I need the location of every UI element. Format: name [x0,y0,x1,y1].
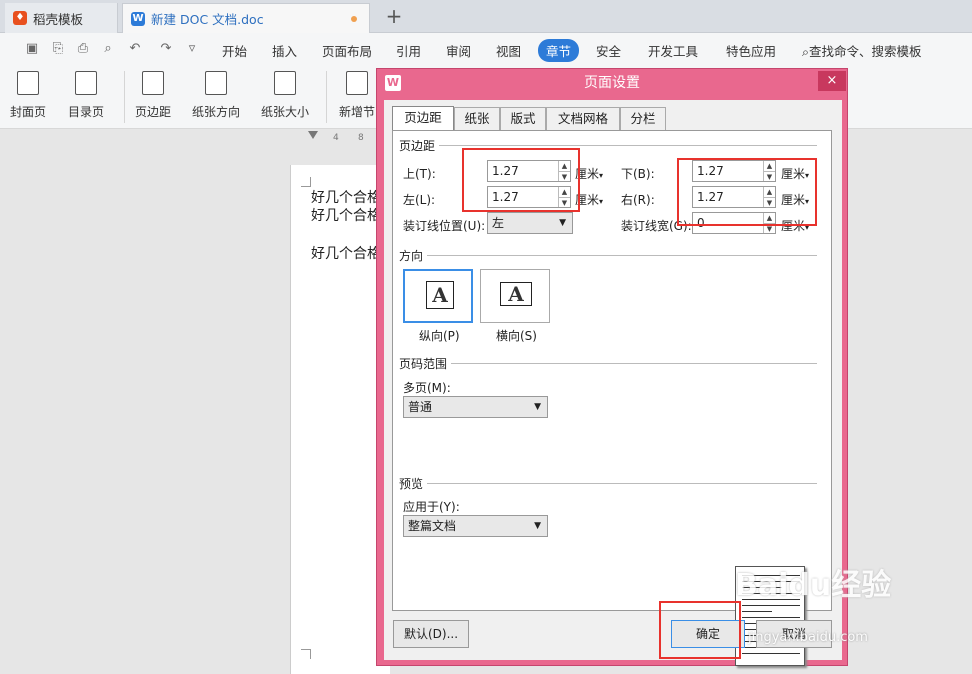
cover-page-button[interactable]: 封面页 [10,71,46,120]
tab-margins[interactable]: 页边距 [392,106,454,132]
divider [427,483,817,484]
landscape-option[interactable]: A [480,269,550,323]
search-icon: ⌕ [802,44,810,59]
preview-line [742,605,800,606]
preview-line [742,617,800,618]
tab-label: 新建 DOC 文档.doc [151,12,264,27]
menu-security[interactable]: 安全 [596,41,621,60]
section-page-range: 页码范围 [399,357,448,371]
margins-icon [142,71,164,95]
menu-insert[interactable]: 插入 [272,41,297,60]
page-corner-mark [301,649,311,659]
tab-columns[interactable]: 分栏 [620,107,666,131]
portrait-option[interactable]: A [403,269,473,323]
multi-page-label: 多页(M): [403,381,451,395]
customize-icon[interactable]: ▿ [184,41,200,57]
menu-developer[interactable]: 开发工具 [648,41,698,60]
orientation-icon [205,71,227,95]
unsaved-dot-icon [351,16,357,22]
save-icon[interactable]: ▣ [24,41,40,57]
doc-line: 好几个合格 [311,246,381,262]
apply-to-label: 应用于(Y): [403,500,460,514]
highlight-box-top-left-margins [462,148,580,212]
preview-line [742,611,772,612]
ribbon-divider [326,71,327,123]
dropdown-arrow-icon: ▼ [559,218,566,228]
menu-references[interactable]: 引用 [396,41,421,60]
divider [451,363,817,364]
left-margin-label: 左(L): [403,193,436,207]
toc-page-button[interactable]: 目录页 [68,71,104,120]
toc-page-icon [75,71,97,95]
orientation-button[interactable]: 纸张方向 [192,71,240,120]
tab-daoke-template[interactable]: ♦ 稻壳模板 [5,3,118,33]
default-button[interactable]: 默认(D)... [393,620,469,648]
paper-size-button[interactable]: 纸张大小 [261,71,309,120]
close-button[interactable]: × [818,71,846,91]
doc-line: 好几个合格 [311,190,381,206]
print-icon[interactable]: ⎙ [75,41,91,57]
gutter-position-select[interactable]: 左 ▼ [487,212,573,234]
cover-page-icon [17,71,39,95]
menu-chapter[interactable]: 章节 [538,39,580,62]
section-margins: 页边距 [399,139,436,153]
landscape-page-icon: A [500,282,532,306]
menu-bar: ▣ ⎘ ⎙ ⌕ ↶ ↷ ▿ 开始 插入 页面布局 引用 审阅 视图 章节 安全 … [0,33,972,65]
print-preview-icon[interactable]: ⌕ [100,41,116,57]
new-section-icon [346,71,368,95]
landscape-label: 横向(S) [496,329,537,343]
menu-features[interactable]: 特色应用 [726,41,776,60]
page-corner-mark [301,177,311,187]
portrait-page-icon: A [426,281,454,309]
tab-document[interactable]: W 新建 DOC 文档.doc [122,3,370,33]
document-page[interactable]: 好几个合格 好几个合格 好几个合格 [290,165,390,674]
margins-button[interactable]: 页边距 [135,71,171,120]
tab-label: 稻壳模板 [33,11,84,27]
wps-writer-icon: W [131,11,145,26]
dropdown-arrow-icon: ▼ [534,402,541,412]
doc-line: 好几个合格 [311,208,381,224]
dropdown-arrow-icon: ▾ [599,171,604,180]
highlight-box-bottom-right-margins [677,158,817,226]
new-section-button[interactable]: 新增节 [339,71,375,120]
tab-paper[interactable]: 纸张 [454,107,500,131]
bottom-margin-label: 下(B): [621,167,655,181]
section-preview: 预览 [399,477,424,491]
export-icon[interactable]: ⎘ [50,41,66,57]
menu-home[interactable]: 开始 [222,41,247,60]
tab-bar: ♦ 稻壳模板 W 新建 DOC 文档.doc + [0,0,972,33]
top-margin-label: 上(T): [403,167,436,181]
multi-page-select[interactable]: 普通 ▼ [403,396,548,418]
tab-doc-grid[interactable]: 文档网格 [546,107,620,131]
ribbon-divider [124,71,125,123]
ruler: 4 8 [300,131,380,149]
menu-view[interactable]: 视图 [496,41,521,60]
baidu-watermark: Baidu经验 [735,568,892,603]
undo-icon[interactable]: ↶ [127,41,143,57]
search-command[interactable]: ⌕查找命令、搜索模板 [802,41,922,60]
menu-review[interactable]: 审阅 [446,41,471,60]
new-tab-button[interactable]: + [384,4,404,28]
dialog-title: 页面设置 [584,75,640,91]
preview-line [742,653,800,654]
highlight-box-ok [659,601,741,659]
divider [439,145,817,146]
menu-page-layout[interactable]: 页面布局 [322,41,372,60]
divider [427,255,817,256]
tab-layout[interactable]: 版式 [500,107,546,131]
redo-icon[interactable]: ↷ [158,41,174,57]
section-orientation: 方向 [399,249,424,263]
dropdown-arrow-icon: ▾ [599,197,604,206]
gutter-position-label: 装订线位置(U): [403,219,486,233]
daoke-logo-icon: ♦ [13,11,27,25]
paper-size-icon [274,71,296,95]
right-margin-label: 右(R): [621,193,655,207]
baidu-watermark-url: jingyan.baidu.com [748,630,868,645]
dropdown-arrow-icon: ▼ [534,521,541,531]
apply-to-select[interactable]: 整篇文档 ▼ [403,515,548,537]
indent-marker-icon[interactable] [308,131,318,139]
portrait-label: 纵向(P) [419,329,460,343]
